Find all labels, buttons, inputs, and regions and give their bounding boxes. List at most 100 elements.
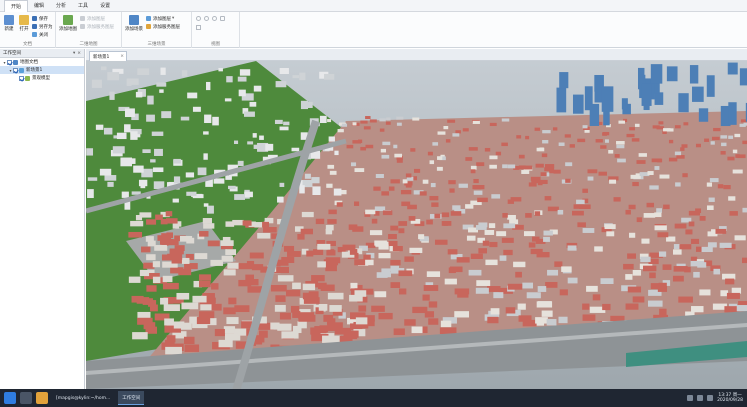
building: [678, 296, 693, 303]
building: [632, 296, 645, 303]
add-map-button[interactable]: 添加地图: [59, 15, 77, 32]
new-button[interactable]: 新建: [2, 15, 16, 32]
taskbar-app-terminal[interactable]: [mapgis@kylin:~/hom...: [52, 391, 114, 405]
taskbar-app-label: 工作空间: [122, 395, 141, 401]
start-menu-icon[interactable]: [4, 392, 16, 404]
building: [410, 148, 416, 152]
ribbon-group-document: 新建 打开 保存 另存为 关闭 文档: [0, 12, 56, 48]
zoom-out-icon[interactable]: [204, 16, 209, 21]
building: [587, 176, 594, 181]
building: [197, 167, 207, 176]
building: [151, 131, 164, 136]
save-as-button[interactable]: 另存为: [32, 23, 53, 30]
building: [133, 165, 144, 173]
building: [139, 269, 150, 277]
tree-node-label: 新场景1: [26, 68, 43, 73]
volume-icon[interactable]: [697, 395, 704, 401]
building: [244, 191, 253, 198]
building: [206, 81, 211, 91]
checkbox[interactable]: [19, 75, 24, 81]
network-icon[interactable]: [687, 395, 694, 401]
building: [441, 212, 450, 218]
close-button[interactable]: 关闭: [32, 31, 48, 38]
building: [659, 174, 670, 179]
building: [204, 114, 212, 124]
building: [378, 252, 391, 259]
building: [704, 138, 710, 142]
rotate-icon[interactable]: [212, 16, 217, 21]
full-extent-icon[interactable]: [220, 16, 225, 21]
building: [192, 106, 201, 112]
scene-3d-view[interactable]: [86, 61, 747, 389]
building: [501, 142, 508, 147]
building: [731, 287, 742, 294]
building: [429, 160, 435, 165]
building: [582, 303, 590, 310]
building: [720, 150, 726, 155]
building: [223, 307, 236, 315]
checkbox[interactable]: [13, 67, 18, 73]
building: [713, 127, 721, 132]
building: [739, 123, 746, 127]
tab-new-scene[interactable]: 新场景1 ×: [89, 51, 127, 61]
tree-node-map-document[interactable]: ▾ 地图文档: [0, 58, 84, 66]
tree-node-new-scene[interactable]: ▾ 新场景1: [0, 66, 84, 74]
pin-icon[interactable]: ▾: [73, 51, 75, 56]
add-map-service-button[interactable]: 添加服务图层: [80, 23, 114, 30]
building: [398, 270, 413, 277]
building: [434, 239, 448, 245]
building: [523, 231, 535, 237]
file-manager-icon[interactable]: [36, 392, 48, 404]
building: [341, 123, 348, 127]
building: [312, 186, 321, 195]
checkbox[interactable]: [7, 59, 12, 65]
building: [369, 119, 377, 123]
building: [189, 316, 198, 324]
building: [378, 312, 393, 320]
building: [221, 255, 233, 262]
building: [659, 308, 667, 315]
tab-settings[interactable]: 设置: [94, 0, 116, 12]
building: [116, 132, 127, 140]
building: [382, 210, 393, 216]
building: [557, 209, 564, 215]
taskbar-app-workspace[interactable]: 工作空间: [118, 391, 145, 405]
pan-tool[interactable]: [196, 25, 201, 30]
building: [657, 232, 669, 238]
building: [172, 198, 179, 203]
panel-close-icon[interactable]: ×: [77, 51, 81, 56]
building: [169, 248, 184, 255]
zoom-in-icon[interactable]: [196, 16, 201, 21]
building: [465, 204, 474, 209]
building: [742, 207, 747, 213]
tab-start[interactable]: 开始: [4, 0, 29, 12]
building: [390, 259, 401, 266]
add-scene-service-button[interactable]: 添加服务图层: [146, 23, 180, 30]
building: [535, 317, 548, 324]
save-button[interactable]: 保存: [32, 15, 48, 22]
input-method-icon[interactable]: [707, 395, 714, 401]
desktop-icon[interactable]: [20, 392, 32, 404]
building: [496, 231, 507, 237]
open-button[interactable]: 打开: [17, 15, 31, 32]
tab-analysis[interactable]: 分析: [50, 0, 72, 12]
building: [654, 212, 662, 218]
tower: [641, 83, 652, 106]
tab-close-icon[interactable]: ×: [120, 54, 124, 59]
building: [203, 131, 209, 135]
building: [628, 204, 636, 210]
add-scene-button[interactable]: 添加场景: [125, 15, 143, 32]
tab-edit[interactable]: 编辑: [28, 0, 50, 12]
building: [180, 116, 190, 121]
tab-tools[interactable]: 工具: [72, 0, 94, 12]
clock[interactable]: 13:37 周一 2020/09/28: [717, 393, 743, 403]
building: [727, 156, 735, 161]
add-map-layer-button[interactable]: 添加图层: [80, 15, 105, 22]
add-scene-layer-button[interactable]: 添加图层 ▾: [146, 15, 174, 22]
building: [206, 205, 214, 214]
building: [99, 168, 112, 176]
tree-node-landscape-model[interactable]: 景观模型: [0, 74, 84, 82]
building: [629, 127, 635, 131]
building: [354, 259, 366, 266]
building: [325, 224, 334, 231]
